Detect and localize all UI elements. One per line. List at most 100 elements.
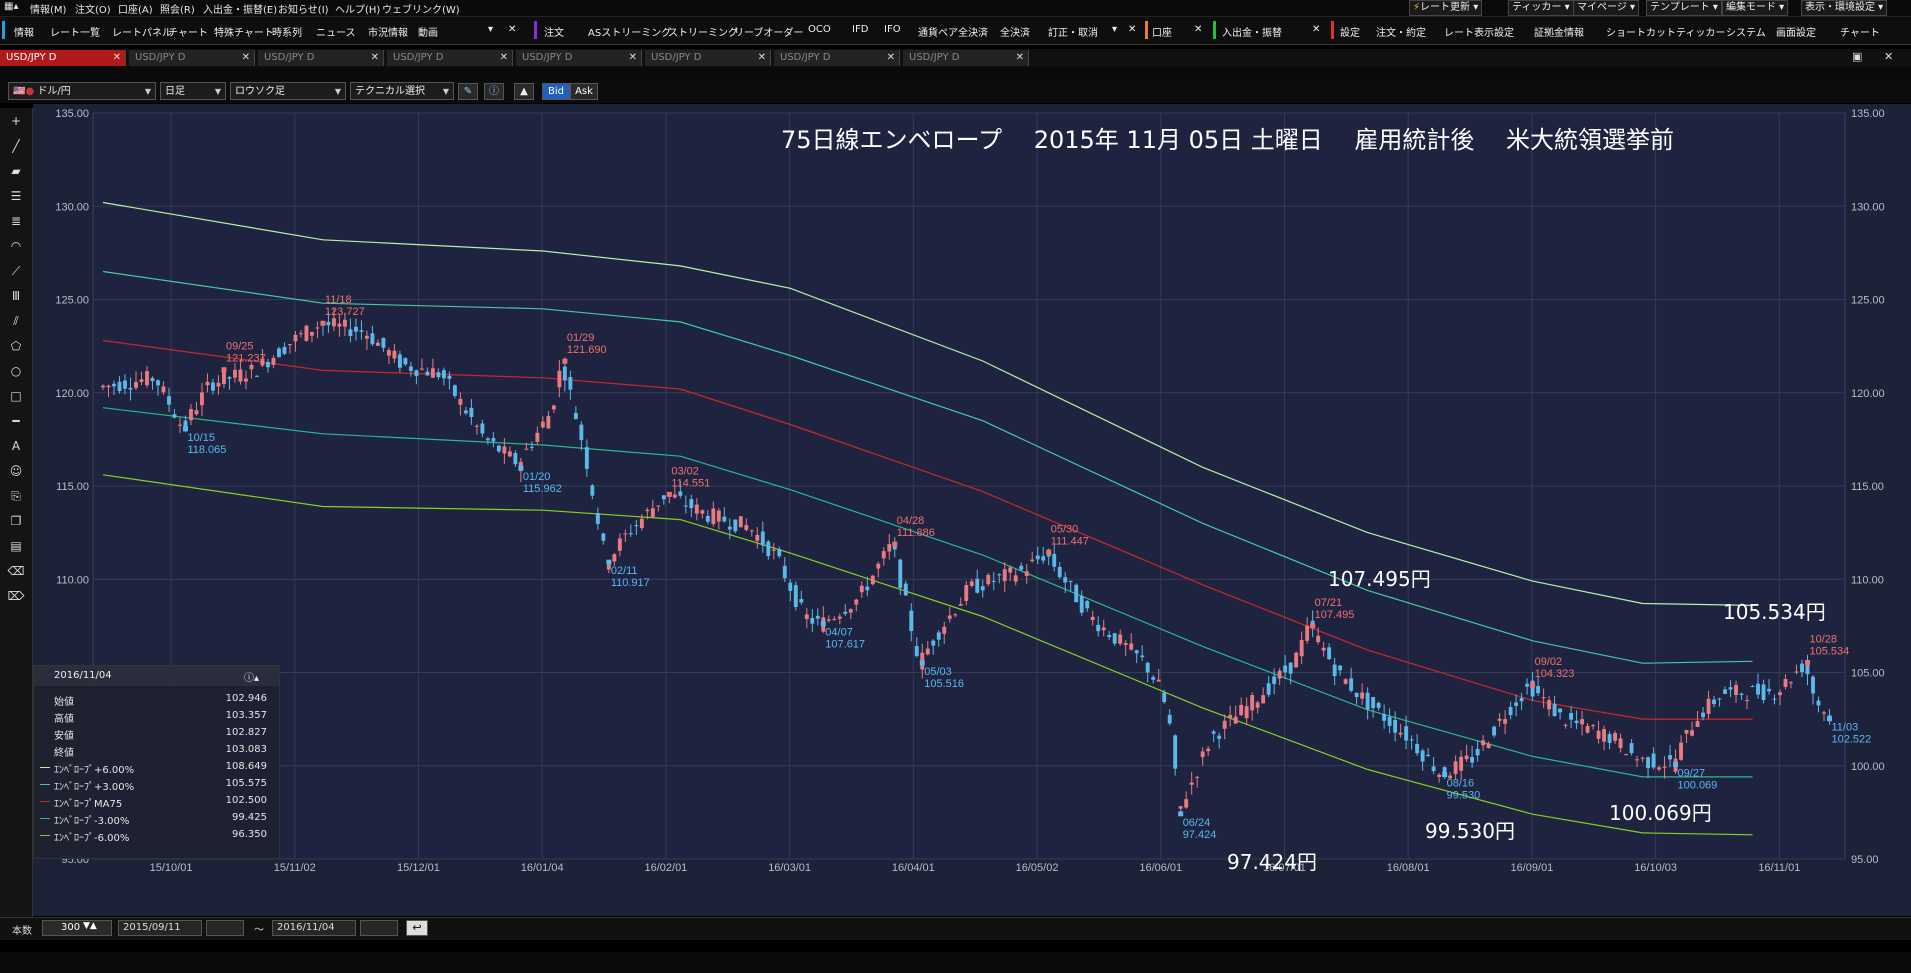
display-settings-button[interactable]: 表示・環境設定 ▾ [1801, 0, 1888, 16]
tab-chart[interactable]: USD/JPY D ✕ [774, 50, 900, 66]
toolbar-item[interactable]: IFD [852, 24, 868, 35]
tab-chart[interactable]: USD/JPY D ✕ [258, 50, 384, 66]
eraser-all-icon[interactable]: ⌦ [7, 587, 25, 605]
to-time-field[interactable] [360, 920, 398, 936]
toolbar-item[interactable]: ASストリーミング [588, 24, 671, 39]
close-icon[interactable]: ✕ [1128, 24, 1136, 35]
close-icon[interactable]: ✕ [758, 50, 766, 66]
ruler-icon[interactable]: ▰ [7, 162, 25, 180]
fibonacci-icon[interactable]: ≣ [7, 212, 25, 230]
chart-area[interactable]: 135.00 135.00 130.00 130.00 125.00 125.00 120.… [33, 104, 1911, 916]
hline-icon[interactable]: ━ [7, 412, 25, 430]
toolbar-item[interactable]: 注文 [544, 24, 564, 39]
circle-icon[interactable]: ○ [7, 362, 25, 380]
toolbar-item[interactable]: レートパネル [112, 24, 172, 39]
close-icon[interactable]: ✕ [629, 50, 637, 66]
toolbar-item[interactable]: 通貨ペア全決済 [918, 24, 988, 39]
area-chart-icon[interactable]: ▲ [514, 83, 534, 100]
currency-pair-select[interactable]: 🇺🇸● ドル/円 ▼ [8, 82, 156, 100]
count-select[interactable]: 300 ▼▲ [42, 920, 112, 936]
toolbar-item[interactable]: 市況情報 [368, 24, 408, 39]
paste-icon[interactable]: ▤ [7, 537, 25, 555]
app-menu-icon[interactable]: ▦▴ [4, 1, 18, 12]
chart-style-select[interactable]: ロウソク足 ▼ [230, 82, 346, 100]
icon-stamp-icon[interactable]: ☺ [7, 462, 25, 480]
duplicate-icon[interactable]: ❐ [7, 512, 25, 530]
toolbar-item[interactable]: ティッカー [1676, 24, 1725, 39]
menu-item[interactable]: 情報(M) [30, 1, 66, 16]
toolbar-dropdown-icon[interactable]: ▾ [488, 24, 493, 35]
close-icon[interactable]: ✕ [1884, 50, 1893, 63]
info-icon[interactable]: ⓘ▴ [244, 669, 259, 684]
toolbar-item[interactable]: ショートカット [1606, 24, 1676, 39]
edit-mode-button[interactable]: 編集モード ▾ [1722, 0, 1789, 16]
toolbar-item-transfer[interactable]: 入出金・振替 [1222, 24, 1282, 39]
toolbar-item[interactable]: 証拠金情報 [1534, 24, 1584, 39]
toolbar-item[interactable]: ニュース [316, 24, 356, 39]
toolbar-item[interactable]: 注文・約定 [1376, 24, 1426, 39]
toolbar-item[interactable]: 画面設定 [1776, 24, 1816, 39]
toolbar-item[interactable]: 情報 [14, 24, 34, 39]
menu-item[interactable]: ヘルプ(H) [335, 1, 380, 16]
tab-chart[interactable]: USD/JPY D ✕ [0, 50, 126, 66]
close-icon[interactable]: ✕ [1016, 50, 1024, 66]
close-icon[interactable]: ✕ [500, 50, 508, 66]
mypage-button[interactable]: マイページ ▾ [1573, 0, 1640, 16]
tab-chart[interactable]: USD/JPY D ✕ [903, 50, 1029, 66]
price-chart[interactable]: 135.00 135.00 130.00 130.00 125.00 125.00 120.… [33, 104, 1911, 916]
toolbar-item[interactable]: 動画 [418, 24, 438, 39]
bid-button[interactable]: Bid [542, 83, 570, 100]
tab-chart[interactable]: USD/JPY D ✕ [516, 50, 642, 66]
to-date-field[interactable]: 2016/11/04 [272, 920, 356, 936]
toolbar-item[interactable]: ストリーミング [668, 24, 738, 39]
from-date-field[interactable]: 2015/09/11 [118, 920, 202, 936]
close-icon[interactable]: ✕ [508, 24, 516, 35]
template-button[interactable]: テンプレート ▾ [1646, 0, 1722, 16]
close-icon[interactable]: ✕ [887, 50, 895, 66]
technical-select[interactable]: テクニカル選択 ▼ [350, 82, 454, 100]
toolbar-item[interactable]: OCO [808, 24, 831, 35]
toolbar-item[interactable]: 時系列 [272, 24, 302, 39]
toolbar-item[interactable]: システム [1726, 24, 1766, 39]
tab-chart[interactable]: USD/JPY D ✕ [387, 50, 513, 66]
toolbar-item[interactable]: IFO [884, 24, 901, 35]
toolbar-item[interactable]: リーブオーダー [734, 24, 803, 39]
eraser-icon[interactable]: ⌫ [7, 562, 25, 580]
ask-button[interactable]: Ask [570, 83, 598, 100]
menu-item[interactable]: 口座(A) [118, 1, 153, 16]
copy-icon[interactable]: ⎘ [7, 487, 25, 505]
tab-chart[interactable]: USD/JPY D ✕ [645, 50, 771, 66]
crosshair-icon[interactable]: + [7, 112, 25, 130]
rate-update-button[interactable]: ⚡レート更新 ▾ [1409, 0, 1483, 16]
toolbar-item[interactable]: 訂正・取消 [1048, 24, 1098, 39]
close-icon[interactable]: ✕ [1194, 24, 1202, 35]
fan-icon[interactable]: ⟋ [7, 262, 25, 280]
menu-item[interactable]: お知らせ(I) [278, 1, 329, 16]
period-select[interactable]: 日足 ▼ [160, 82, 226, 100]
toolbar-item[interactable]: 設定 [1340, 24, 1360, 39]
menu-item[interactable]: 注文(O) [75, 1, 111, 16]
toolbar-item[interactable]: チャート [1840, 24, 1880, 39]
menu-item[interactable]: 入出金・振替(E) [203, 1, 277, 16]
toolbar-item[interactable]: レート表示設定 [1444, 24, 1514, 39]
toolbar-item[interactable]: チャート [168, 24, 208, 39]
close-icon[interactable]: ✕ [113, 50, 121, 66]
horizontal-line-icon[interactable]: ☰ [7, 187, 25, 205]
rectangle-icon[interactable]: □ [7, 387, 25, 405]
text-icon[interactable]: A [7, 437, 25, 455]
toolbar-item[interactable]: 特殊チャート [214, 24, 274, 39]
toolbar-item[interactable]: 全決済 [1000, 24, 1030, 39]
channel-icon[interactable]: ⫽ [7, 312, 25, 330]
pentagon-icon[interactable]: ⬠ [7, 337, 25, 355]
maximize-icon[interactable]: ▣ [1852, 50, 1862, 63]
toolbar-item[interactable]: レート一覧 [50, 24, 100, 39]
from-time-field[interactable] [206, 920, 244, 936]
menu-item[interactable]: 照会(R) [160, 1, 195, 16]
toolbar-dropdown-icon[interactable]: ▾ [1112, 24, 1117, 35]
close-icon[interactable]: ✕ [371, 50, 379, 66]
toolbar-item-account[interactable]: 口座 [1152, 24, 1172, 39]
arc-icon[interactable]: ◠ [7, 237, 25, 255]
line-icon[interactable]: ╱ [7, 137, 25, 155]
info-icon[interactable]: ⓘ [484, 83, 504, 100]
ticker-button[interactable]: ティッカー ▾ [1508, 0, 1574, 16]
